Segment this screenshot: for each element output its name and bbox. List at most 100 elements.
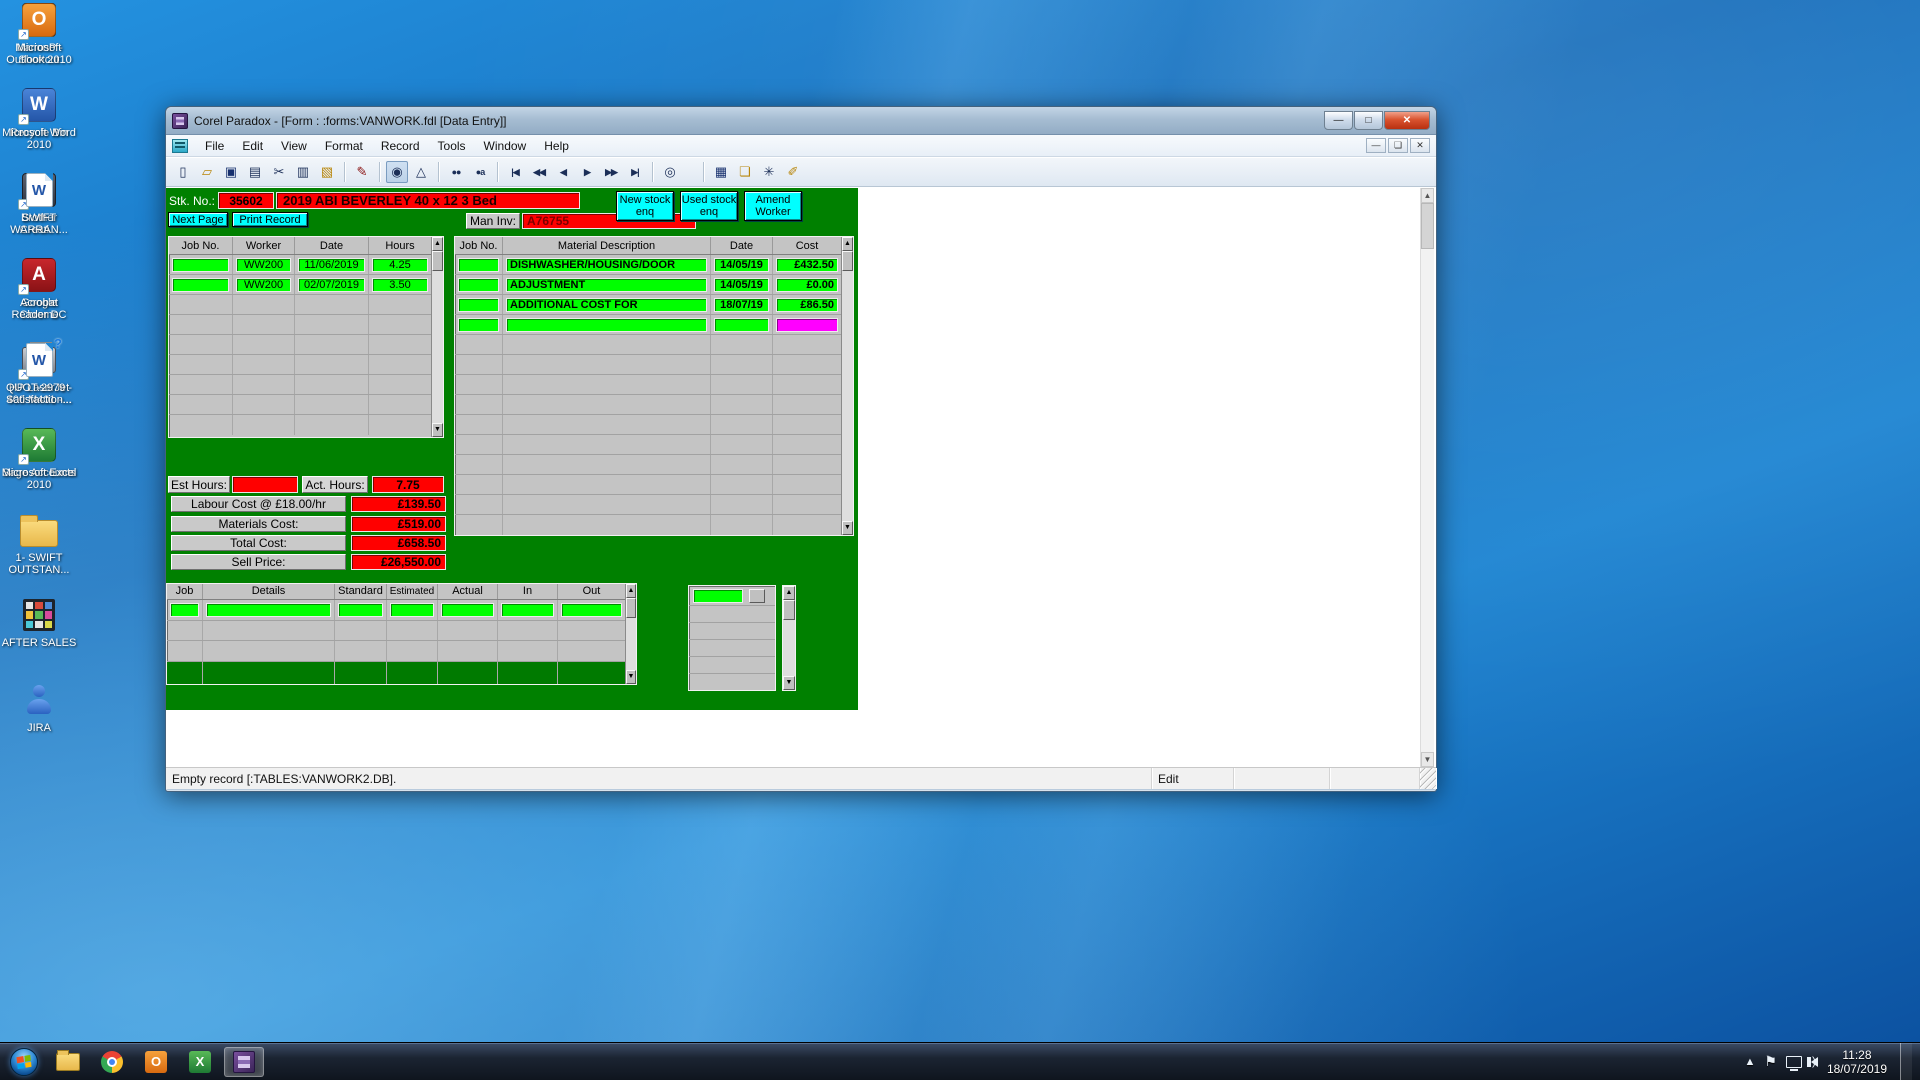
- act-hours-field[interactable]: 7.75: [372, 476, 444, 493]
- show-hidden-icons-button[interactable]: ▲: [1744, 1056, 1755, 1068]
- scroll-up-icon[interactable]: ▲: [783, 586, 795, 600]
- menu-tools[interactable]: Tools: [429, 137, 475, 155]
- date-cell[interactable]: [714, 317, 769, 332]
- menu-format[interactable]: Format: [316, 137, 372, 155]
- amend-worker-button[interactable]: Amend Worker: [744, 191, 802, 221]
- prior-record-icon[interactable]: ◀: [552, 161, 574, 183]
- details-cell[interactable]: [206, 602, 331, 617]
- maximize-button[interactable]: □: [1354, 111, 1383, 130]
- copy-icon[interactable]: ▥: [292, 161, 314, 183]
- scroll-down-icon[interactable]: ▼: [432, 423, 443, 437]
- taskbar-excel-button[interactable]: X: [180, 1047, 220, 1077]
- quick-form-icon[interactable]: ◉: [386, 161, 408, 183]
- save-icon[interactable]: ▣: [220, 161, 242, 183]
- hours-cell[interactable]: 4.25: [372, 257, 428, 272]
- data-model-icon[interactable]: ✳: [758, 161, 780, 183]
- print-record-button[interactable]: Print Record: [232, 212, 308, 227]
- next-set-icon[interactable]: ▶▶: [600, 161, 622, 183]
- form-view-icon[interactable]: ◎: [659, 161, 681, 183]
- desktop-icon-jira[interactable]: JIRA: [0, 680, 78, 765]
- job-no-cell[interactable]: [458, 257, 499, 272]
- last-record-icon[interactable]: ▶|: [624, 161, 646, 183]
- used-stock-enq-button[interactable]: Used stock enq: [680, 191, 738, 221]
- materials-cost-field[interactable]: £519.00: [351, 516, 446, 532]
- mdi-restore-button[interactable]: ❏: [1388, 138, 1408, 153]
- actual-cell[interactable]: [441, 602, 494, 617]
- desktop-icon-excel[interactable]: X ↗ Microsoft Excel 2010: [0, 425, 78, 510]
- start-button[interactable]: [10, 1047, 38, 1076]
- date-cell[interactable]: 11/06/2019: [298, 257, 365, 272]
- menu-edit[interactable]: Edit: [233, 137, 272, 155]
- est-hours-field[interactable]: [232, 476, 298, 493]
- stk-no-field[interactable]: 35602: [218, 192, 274, 209]
- new-stock-enq-button[interactable]: New stock enq: [616, 191, 674, 221]
- cut-icon[interactable]: ✂: [268, 161, 290, 183]
- job-no-cell[interactable]: [458, 277, 499, 292]
- menu-file[interactable]: File: [196, 137, 233, 155]
- show-desktop-button[interactable]: [1900, 1042, 1912, 1080]
- mdi-close-button[interactable]: ✕: [1410, 138, 1430, 153]
- scroll-down-icon[interactable]: ▼: [1421, 752, 1434, 767]
- scroll-up-icon[interactable]: ▲: [1421, 188, 1434, 203]
- worker-cell[interactable]: WW200: [236, 277, 291, 292]
- desktop-icon-word[interactable]: W ↗ Microsoft Word 2010: [0, 85, 78, 170]
- desktop-icon-outlook[interactable]: O ↗ Microsoft Outlook 2010: [0, 0, 78, 85]
- find-replace-icon[interactable]: ●a: [469, 161, 491, 183]
- mdi-minimize-button[interactable]: —: [1366, 138, 1386, 153]
- resize-grip[interactable]: [1420, 768, 1436, 789]
- menu-help[interactable]: Help: [535, 137, 578, 155]
- prior-set-icon[interactable]: ◀◀: [528, 161, 550, 183]
- desktop-icon-quot-doc[interactable]: W QUOT-2979 - Satisfaction...: [0, 340, 78, 425]
- material-desc-cell[interactable]: ADDITIONAL COST FOR: [506, 297, 707, 312]
- scroll-down-icon[interactable]: ▼: [626, 670, 636, 684]
- field-pen-icon[interactable]: ✐: [782, 161, 804, 183]
- find-icon[interactable]: ●●: [445, 161, 467, 183]
- titlebar[interactable]: Corel Paradox - [Form : :forms:VANWORK.f…: [166, 107, 1436, 135]
- menu-view[interactable]: View: [272, 137, 316, 155]
- desktop-icon-swift-warranty[interactable]: W SWIFT WARRAN...: [0, 170, 78, 255]
- material-desc-cell[interactable]: ADJUSTMENT: [506, 277, 707, 292]
- job-no-cell[interactable]: [172, 257, 229, 272]
- taskbar-paradox-button[interactable]: [224, 1046, 264, 1077]
- job-no-cell[interactable]: [458, 297, 499, 312]
- date-cell[interactable]: 14/05/19: [714, 257, 769, 272]
- desktop-icon-acrobat[interactable]: A ↗ Acrobat Reader DC: [0, 255, 78, 340]
- desktop-icon-swift-folder[interactable]: 1- SWIFT OUTSTAN...: [0, 510, 78, 595]
- date-cell[interactable]: 02/07/2019: [298, 277, 365, 292]
- cost-cell[interactable]: £86.50: [776, 297, 838, 312]
- next-page-button[interactable]: Next Page: [168, 212, 228, 227]
- labour-table-scrollbar[interactable]: ▲ ▼: [431, 237, 443, 437]
- first-record-icon[interactable]: |◀: [504, 161, 526, 183]
- scrollbar-thumb[interactable]: [842, 251, 853, 271]
- date-cell[interactable]: 18/07/19: [714, 297, 769, 312]
- print-icon[interactable]: ▤: [244, 161, 266, 183]
- quick-report-icon[interactable]: △: [410, 161, 432, 183]
- job-no-cell[interactable]: [458, 317, 499, 332]
- network-icon[interactable]: [1785, 1055, 1802, 1071]
- job-cell[interactable]: [170, 602, 199, 617]
- side-panel-scrollbar[interactable]: ▲ ▼: [782, 585, 796, 691]
- taskbar-outlook-button[interactable]: O: [136, 1047, 176, 1077]
- scrollbar-thumb[interactable]: [626, 598, 636, 618]
- scroll-up-icon[interactable]: ▲: [626, 584, 636, 598]
- estimated-cell[interactable]: [390, 602, 434, 617]
- labour-cost-field[interactable]: £139.50: [351, 496, 446, 512]
- unit-description-field[interactable]: 2019 ABI BEVERLEY 40 x 12 3 Bed: [276, 192, 580, 209]
- client-vertical-scrollbar[interactable]: ▲ ▼: [1420, 188, 1434, 767]
- material-desc-cell[interactable]: [506, 317, 707, 332]
- materials-table-scrollbar[interactable]: ▲ ▼: [841, 237, 853, 535]
- action-center-flag-icon[interactable]: ⚑: [1764, 1053, 1777, 1070]
- cost-cell[interactable]: £0.00: [776, 277, 838, 292]
- open-icon[interactable]: ▱: [196, 161, 218, 183]
- sell-price-field[interactable]: £26,550.00: [351, 554, 446, 570]
- in-cell[interactable]: [501, 602, 554, 617]
- cost-cell[interactable]: [776, 317, 838, 332]
- scrollbar-thumb[interactable]: [432, 251, 443, 271]
- copy-page-icon[interactable]: ❏: [734, 161, 756, 183]
- out-cell[interactable]: [561, 602, 622, 617]
- taskbar-chrome-button[interactable]: [92, 1047, 132, 1077]
- close-button[interactable]: ✕: [1384, 111, 1430, 130]
- desktop-icon-after-sales[interactable]: AFTER SALES: [0, 595, 78, 680]
- worker-cell[interactable]: WW200: [236, 257, 291, 272]
- volume-icon[interactable]: [1806, 1054, 1818, 1068]
